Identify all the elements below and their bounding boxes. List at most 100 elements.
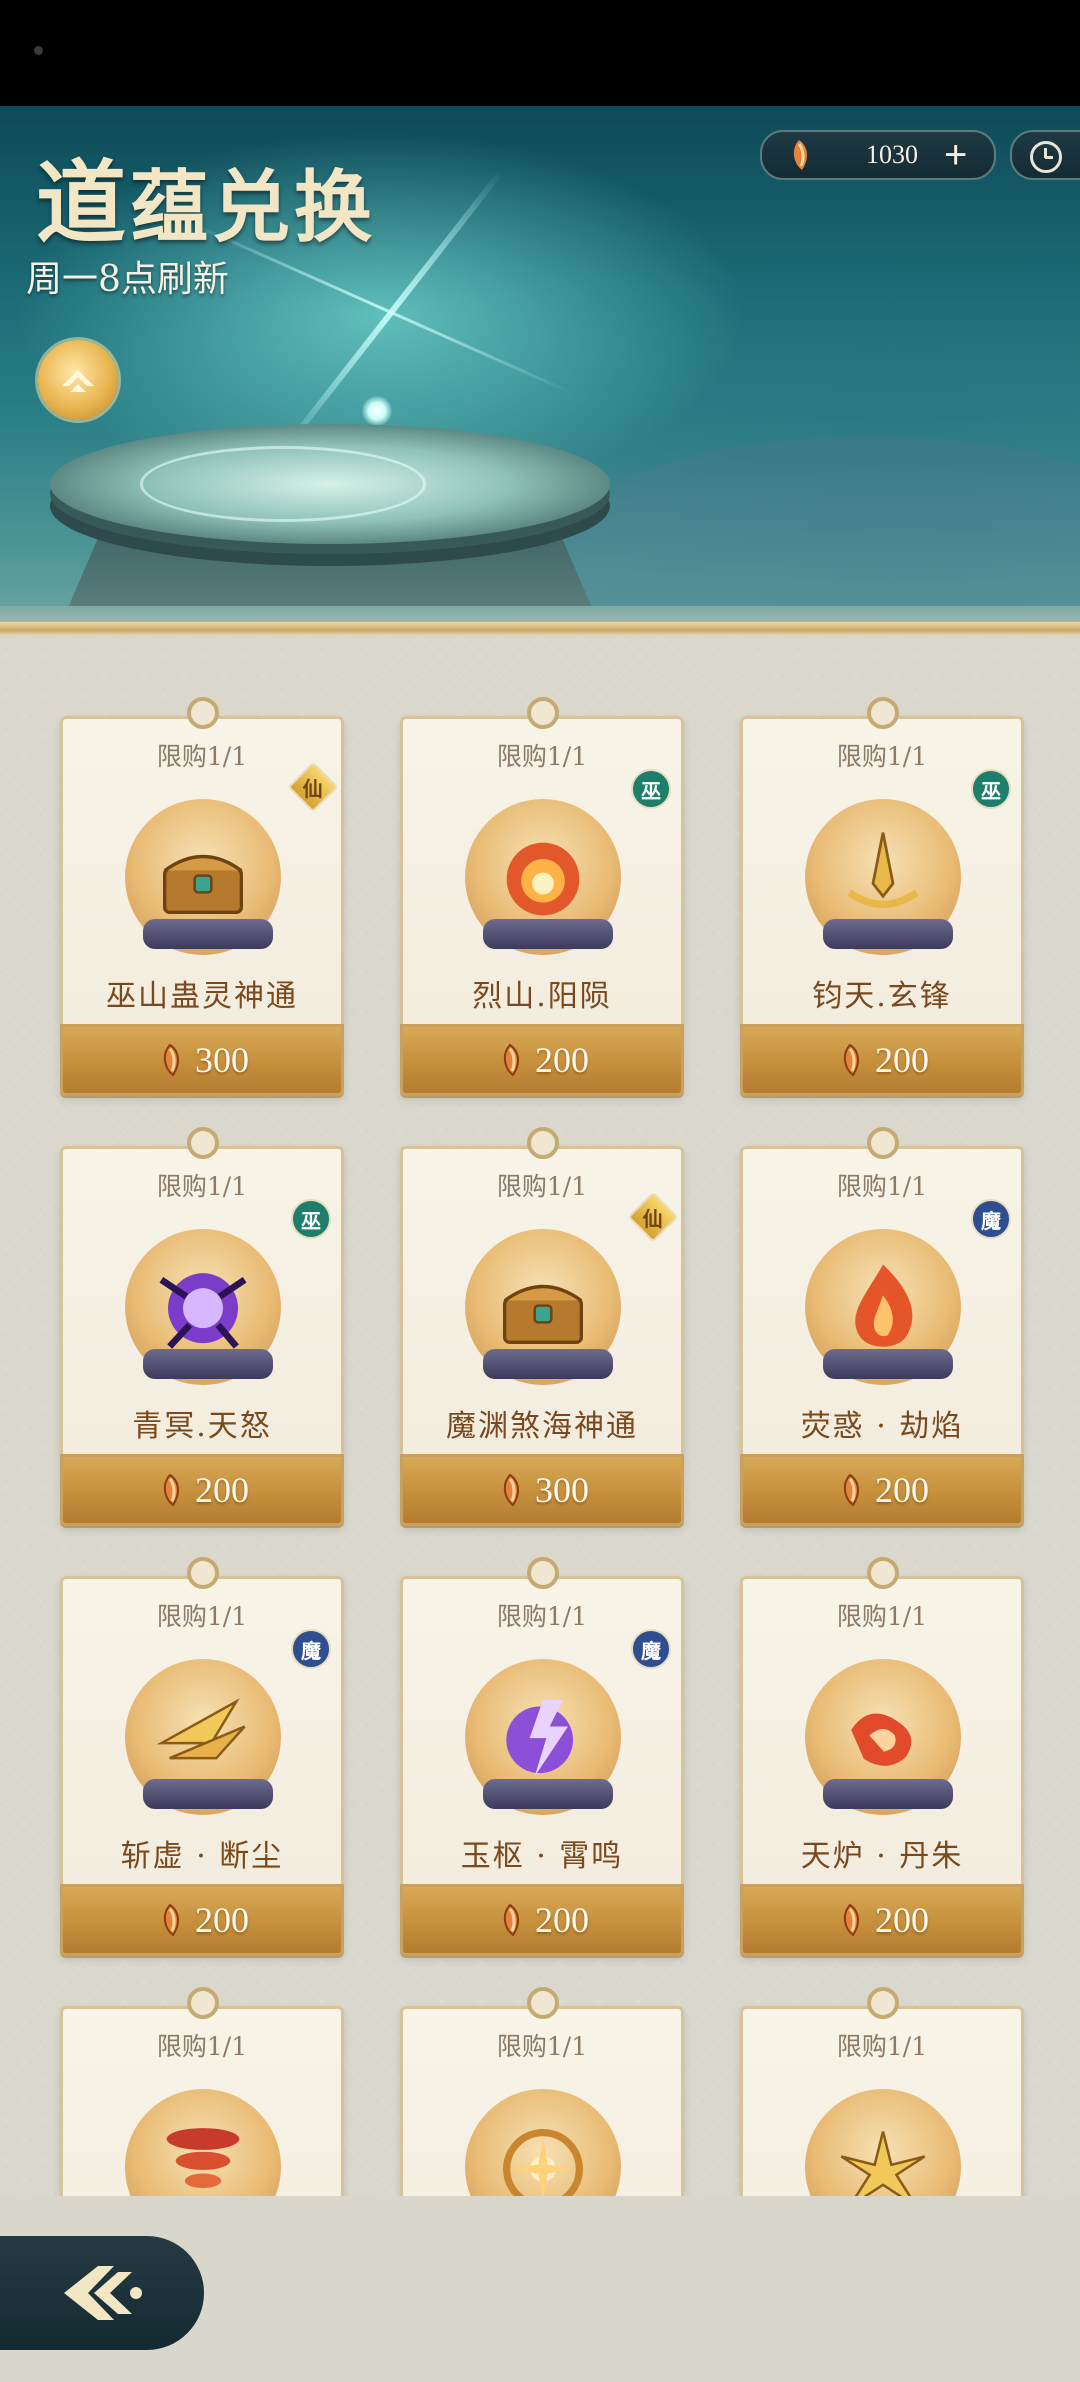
item-name: 烈山.阳陨	[472, 979, 612, 1014]
price-button[interactable]: 200	[60, 1454, 344, 1526]
faction-badge: 魔	[291, 1629, 331, 1669]
feather-crystal-icon	[495, 1903, 525, 1937]
price-button[interactable]: 300	[60, 1024, 344, 1096]
purchase-limit: 限购1/1	[836, 2032, 928, 2061]
item-name: 巫山蛊灵神通	[106, 979, 298, 1014]
feather-crystal-icon	[495, 1473, 525, 1507]
blades-item-icon	[153, 1689, 253, 1789]
price-button[interactable]: 200	[400, 1024, 684, 1096]
shop-item-card[interactable]: 限购1/1	[400, 1987, 684, 2196]
item-name: 荧惑 · 劫焰	[800, 1409, 964, 1444]
price-button[interactable]: 200	[60, 1884, 344, 1956]
faction-badge: 巫	[291, 1199, 331, 1239]
chest-item-icon	[493, 1259, 593, 1359]
hero-hill	[560, 436, 1080, 624]
shop-item-card[interactable]: 限购1/1 天炉 · 丹朱 200	[740, 1557, 1024, 1956]
title-first-char: 道	[36, 150, 130, 256]
back-button[interactable]	[0, 2236, 204, 2350]
item-name: 魔渊煞海神通	[446, 1409, 638, 1444]
shop-item-card[interactable]: 限购1/1 魔玉枢 · 霄鸣 200	[400, 1557, 684, 1956]
shop-item-card[interactable]: 限购1/1 巫烈山.阳陨 200	[400, 697, 684, 1096]
purchase-limit: 限购1/1	[496, 1172, 588, 1201]
shop-item-card[interactable]: 限购1/1 仙巫山蛊灵神通 300	[60, 697, 344, 1096]
back-arrow-icon	[64, 2266, 142, 2320]
item-name: 天炉 · 丹朱	[800, 1839, 964, 1874]
price-value: 200	[195, 1470, 249, 1510]
purchase-limit: 限购1/1	[836, 1602, 928, 1631]
title-rest: 蕴兑换	[130, 162, 377, 253]
currency-amount: 1030	[866, 140, 918, 169]
feather-crystal-icon	[155, 1473, 185, 1507]
redfire-item-icon	[833, 1689, 933, 1789]
faction-badge: 魔	[631, 1629, 671, 1669]
price-value: 200	[195, 1900, 249, 1940]
purchase-limit: 限购1/1	[496, 2032, 588, 2061]
card-hook	[527, 1557, 559, 1589]
price-button[interactable]: 300	[400, 1454, 684, 1526]
item-name: 钧天.玄锋	[812, 979, 952, 1014]
purchase-limit: 限购1/1	[496, 742, 588, 771]
shop-item-card[interactable]: 限购1/1 魔斩虚 · 断尘 200	[60, 1557, 344, 1956]
clock-button[interactable]	[1010, 130, 1080, 180]
shop-item-card[interactable]: 限购1/1 仙魔渊煞海神通 300	[400, 1127, 684, 1526]
card-hook	[527, 1127, 559, 1159]
card-hook	[187, 697, 219, 729]
card-hook	[867, 1127, 899, 1159]
purchase-limit: 限购1/1	[156, 2032, 248, 2061]
price-value: 200	[535, 1900, 589, 1940]
faction-badge: 巫	[631, 769, 671, 809]
price-button[interactable]: 200	[740, 1454, 1024, 1526]
purchase-limit: 限购1/1	[496, 1602, 588, 1631]
shop-item-card[interactable]: 限购1/1	[60, 1987, 344, 2196]
price-value: 300	[195, 1040, 249, 1080]
clock-icon	[1030, 141, 1062, 173]
light-star	[362, 396, 392, 426]
flame-item-icon	[833, 1259, 933, 1359]
item-name: 玉枢 · 霄鸣	[460, 1839, 624, 1874]
feather-crystal-icon	[155, 1043, 185, 1077]
purchase-limit: 限购1/1	[156, 1172, 248, 1201]
chest-item-icon	[153, 829, 253, 929]
card-hook	[527, 697, 559, 729]
price-button[interactable]: 200	[400, 1884, 684, 1956]
shop-item-card[interactable]: 限购1/1	[740, 1987, 1024, 2196]
price-value: 300	[535, 1470, 589, 1510]
price-value: 200	[875, 1040, 929, 1080]
card-hook	[867, 1557, 899, 1589]
shop-item-card[interactable]: 限购1/1 巫钧天.玄锋 200	[740, 697, 1024, 1096]
purchase-limit: 限购1/1	[156, 1602, 248, 1631]
fire-item-icon	[493, 829, 593, 929]
price-value: 200	[875, 1470, 929, 1510]
card-hook	[867, 697, 899, 729]
card-hook	[187, 1127, 219, 1159]
card-hook	[187, 1557, 219, 1589]
purchase-limit: 限购1/1	[156, 742, 248, 771]
feather-crystal-icon	[835, 1903, 865, 1937]
feather-crystal-icon	[155, 1903, 185, 1937]
burst-item-icon	[493, 2119, 593, 2196]
faction-badge: 巫	[971, 769, 1011, 809]
spikes-item-icon	[833, 2119, 933, 2196]
feather-crystal-icon	[835, 1043, 865, 1077]
status-bar	[0, 0, 1080, 106]
price-button[interactable]: 200	[740, 1884, 1024, 1956]
add-currency-button[interactable]: +	[944, 135, 967, 175]
shop-grid: 限购1/1 仙巫山蛊灵神通 300 限购1/1 巫烈山.阳陨 200 限购1/1 巫钧天.玄锋…	[0, 636, 1080, 2196]
price-value: 200	[535, 1040, 589, 1080]
item-name: 青冥.天怒	[132, 1409, 272, 1444]
refresh-subtitle: 周一8点刷新	[26, 259, 229, 300]
price-value: 200	[875, 1900, 929, 1940]
feather-crystal-icon	[835, 1473, 865, 1507]
page-title: 道蕴兑换	[36, 130, 376, 260]
shop-item-card[interactable]: 限购1/1 巫青冥.天怒 200	[60, 1127, 344, 1526]
feather-crystal-icon	[782, 138, 816, 172]
status-dot	[34, 46, 43, 55]
price-button[interactable]: 200	[740, 1024, 1024, 1096]
shop-item-card[interactable]: 限购1/1 魔荧惑 · 劫焰 200	[740, 1127, 1024, 1526]
card-hook	[867, 1987, 899, 2019]
tornado-item-icon	[153, 2119, 253, 2196]
faction-badge: 魔	[971, 1199, 1011, 1239]
item-name: 斩虚 · 断尘	[120, 1839, 284, 1874]
feather-crystal-icon	[495, 1043, 525, 1077]
chevron-up-emblem-icon[interactable]	[38, 340, 118, 420]
